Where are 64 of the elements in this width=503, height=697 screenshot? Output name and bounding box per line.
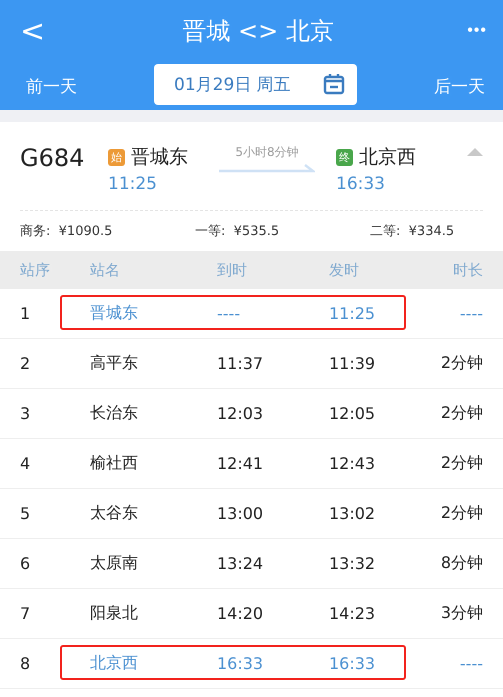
more-button[interactable]: ••• [467,22,487,40]
table-cell-text: ---- [458,654,483,673]
calendar-icon [323,73,345,95]
table-cell-text: ---- [217,304,242,323]
departure-time: 11:25 [108,174,158,194]
arrival-time: 16:33 [336,174,386,194]
table-cell-text: 长治东 [90,403,139,424]
table-cell-text: 阳泉北 [90,603,139,624]
origin-badge: 始 [108,148,125,166]
table-cell-text: 6 [20,554,32,573]
table-cell-text: 12:05 [329,404,376,423]
column-header: 到时 [217,260,248,280]
table-cell-text: 太谷东 [90,503,139,524]
table-cell-text: 16:33 [217,654,264,673]
train-number: G684 [20,144,86,172]
table-cell-text: 2 [20,354,32,373]
table-cell-text: 13:00 [217,504,264,523]
table-cell: 8分钟 [440,553,483,574]
table-cell-text: 14:20 [217,604,264,623]
table-cell: 3分钟 [440,603,483,624]
collapse-icon[interactable] [467,146,483,156]
table-cell-text: 榆社西 [90,453,139,474]
table-cell-text: 8 [20,654,32,673]
table-cell-text: 11:25 [329,304,376,323]
table-cell: 2分钟 [440,453,483,474]
table-cell-text: 1 [20,304,32,323]
table-cell-text: 13:32 [329,554,376,573]
column-header: 时长 [452,260,483,280]
column-header: 站序 [20,260,51,280]
origin-station: 晋城东 [131,145,188,170]
table-cell-text: 太原南 [90,553,139,574]
table-cell: 2分钟 [440,503,483,524]
terminal-badge: 终 [336,148,353,166]
table-cell-text: ---- [458,304,483,323]
table-cell-text: 晋城东 [90,303,139,324]
table-cell-text: 北京西 [90,653,139,674]
table-cell-text: 16:33 [329,654,376,673]
table-cell-text: 13:02 [329,504,376,523]
seat-price: 商务: ¥1090.5 [20,223,114,240]
column-header: 站名 [90,260,121,280]
next-day-link[interactable]: 后一天 [434,74,485,98]
table-cell-text: 7 [20,604,32,623]
column-header: 发时 [329,260,360,280]
table-cell-text: 11:39 [329,354,376,373]
table-cell-text: 12:41 [217,454,264,473]
table-cell-text: 12:43 [329,454,376,473]
seat-price: 二等: ¥334.5 [370,223,456,240]
date-picker[interactable]: 01月29日 周五 [154,64,357,104]
table-cell: 2分钟 [440,403,483,424]
back-button[interactable]: < [16,14,50,48]
table-cell-text: 4 [20,454,32,473]
terminal-station: 北京西 [359,145,416,170]
page-title: 晋城 <> 北京 [182,16,334,47]
table-cell-text: 3 [20,404,32,423]
previous-day-link[interactable]: 前一天 [26,74,77,98]
table-cell-text: 13:24 [217,554,264,573]
table-cell-text: 12:03 [217,404,264,423]
table-cell-text: 14:23 [329,604,376,623]
travel-duration: 5小时8分钟 [235,144,299,161]
table-cell-text: 11:37 [217,354,264,373]
table-cell: 2分钟 [440,353,483,374]
table-cell-text: 高平东 [90,353,139,374]
seat-price: 一等: ¥535.5 [195,223,280,240]
table-cell-text: 5 [20,504,32,523]
